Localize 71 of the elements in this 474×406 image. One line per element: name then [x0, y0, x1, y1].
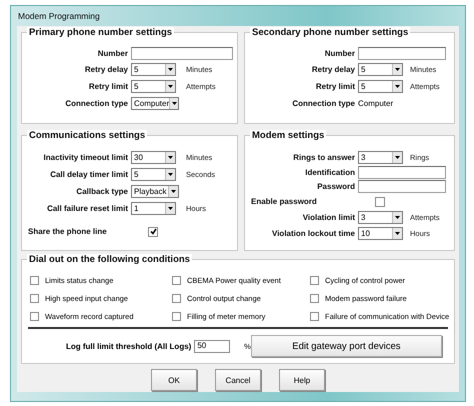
field-label: Number: [324, 49, 355, 58]
dropdown[interactable]: 30: [131, 151, 176, 164]
caret-icon: [395, 156, 400, 159]
field-label: Retry delay: [84, 65, 128, 74]
dropdown[interactable]: 1: [131, 202, 176, 215]
dropdown[interactable]: 3: [358, 151, 403, 164]
checkbox[interactable]: [30, 312, 39, 321]
input-field[interactable]: [358, 47, 446, 60]
field-label: Retry limit: [88, 82, 128, 91]
field-label: Log full limit threshold (All Logs): [66, 342, 192, 350]
caret-icon: [168, 156, 173, 159]
field-label: Violation limit: [302, 213, 355, 222]
caret-icon: [168, 85, 173, 88]
group-title: Secondary phone number settings: [250, 27, 410, 38]
dropdown[interactable]: 3: [358, 211, 403, 224]
checkbox[interactable]: [172, 294, 181, 303]
field-label: Call delay timer limit: [49, 170, 128, 179]
dropdown[interactable]: 10: [358, 227, 403, 240]
group-title: Primary phone number settings: [27, 27, 174, 38]
caret-icon: [395, 232, 400, 235]
field-label: Identification: [304, 168, 355, 177]
field-label: Retry delay: [310, 65, 355, 74]
caret-icon: [171, 190, 176, 193]
field-label: Share the phone line: [28, 227, 108, 236]
dropdown[interactable]: Computer: [131, 97, 179, 110]
input-field[interactable]: 50: [194, 340, 230, 352]
field-label: Password: [316, 182, 355, 191]
group-title: Modem settings: [250, 130, 326, 141]
dialog-button[interactable]: Cancel: [215, 369, 261, 391]
field-value: Computer: [358, 99, 394, 108]
caret-icon: [168, 207, 173, 210]
dialog-button[interactable]: Help: [279, 369, 325, 391]
dropdown[interactable]: 5: [131, 80, 176, 93]
caret-icon: [168, 68, 173, 71]
window-title: Modem Programming: [17, 10, 101, 23]
checkbox[interactable]: [172, 276, 181, 285]
gateway-button[interactable]: Edit gateway port devices: [250, 335, 442, 357]
dialog-button[interactable]: OK: [151, 369, 197, 391]
field-label: Number: [96, 49, 128, 58]
field-label: Enable password: [251, 197, 318, 206]
checkbox[interactable]: [30, 276, 39, 285]
caret-icon: [395, 216, 400, 219]
field-label: Rings to answer: [292, 153, 355, 162]
checkbox[interactable]: [310, 276, 319, 285]
checkbox[interactable]: [30, 294, 39, 303]
caret-icon: [168, 173, 173, 176]
checkbox[interactable]: [375, 196, 385, 206]
input-field[interactable]: [358, 180, 446, 193]
group-title: Communications settings: [27, 130, 148, 141]
checkbox[interactable]: [310, 294, 319, 303]
field-label: Violation lockout time: [271, 229, 355, 238]
field-label: Call failure reset limit: [46, 204, 128, 213]
input-field[interactable]: [358, 166, 446, 179]
dropdown[interactable]: 5: [131, 168, 176, 181]
dropdown[interactable]: 5: [358, 63, 403, 76]
dropdown[interactable]: 5: [131, 63, 176, 76]
field-label: Retry limit: [314, 82, 355, 91]
field-label: Callback type: [75, 187, 128, 196]
group-title: Dial out on the following conditions: [27, 254, 192, 265]
caret-icon: [395, 68, 400, 71]
input-field[interactable]: [131, 47, 233, 60]
caret-icon: [172, 102, 177, 105]
field-label: Inactivity timeout limit: [42, 153, 128, 162]
checkbox[interactable]: [310, 312, 319, 321]
caret-icon: [395, 85, 400, 88]
checkbox[interactable]: [172, 312, 181, 321]
dropdown[interactable]: Playback: [131, 185, 179, 198]
dropdown[interactable]: 5: [358, 80, 403, 93]
field-label: Connection type: [64, 99, 128, 108]
checkbox[interactable]: [148, 226, 158, 236]
field-label: Connection type: [291, 99, 355, 108]
